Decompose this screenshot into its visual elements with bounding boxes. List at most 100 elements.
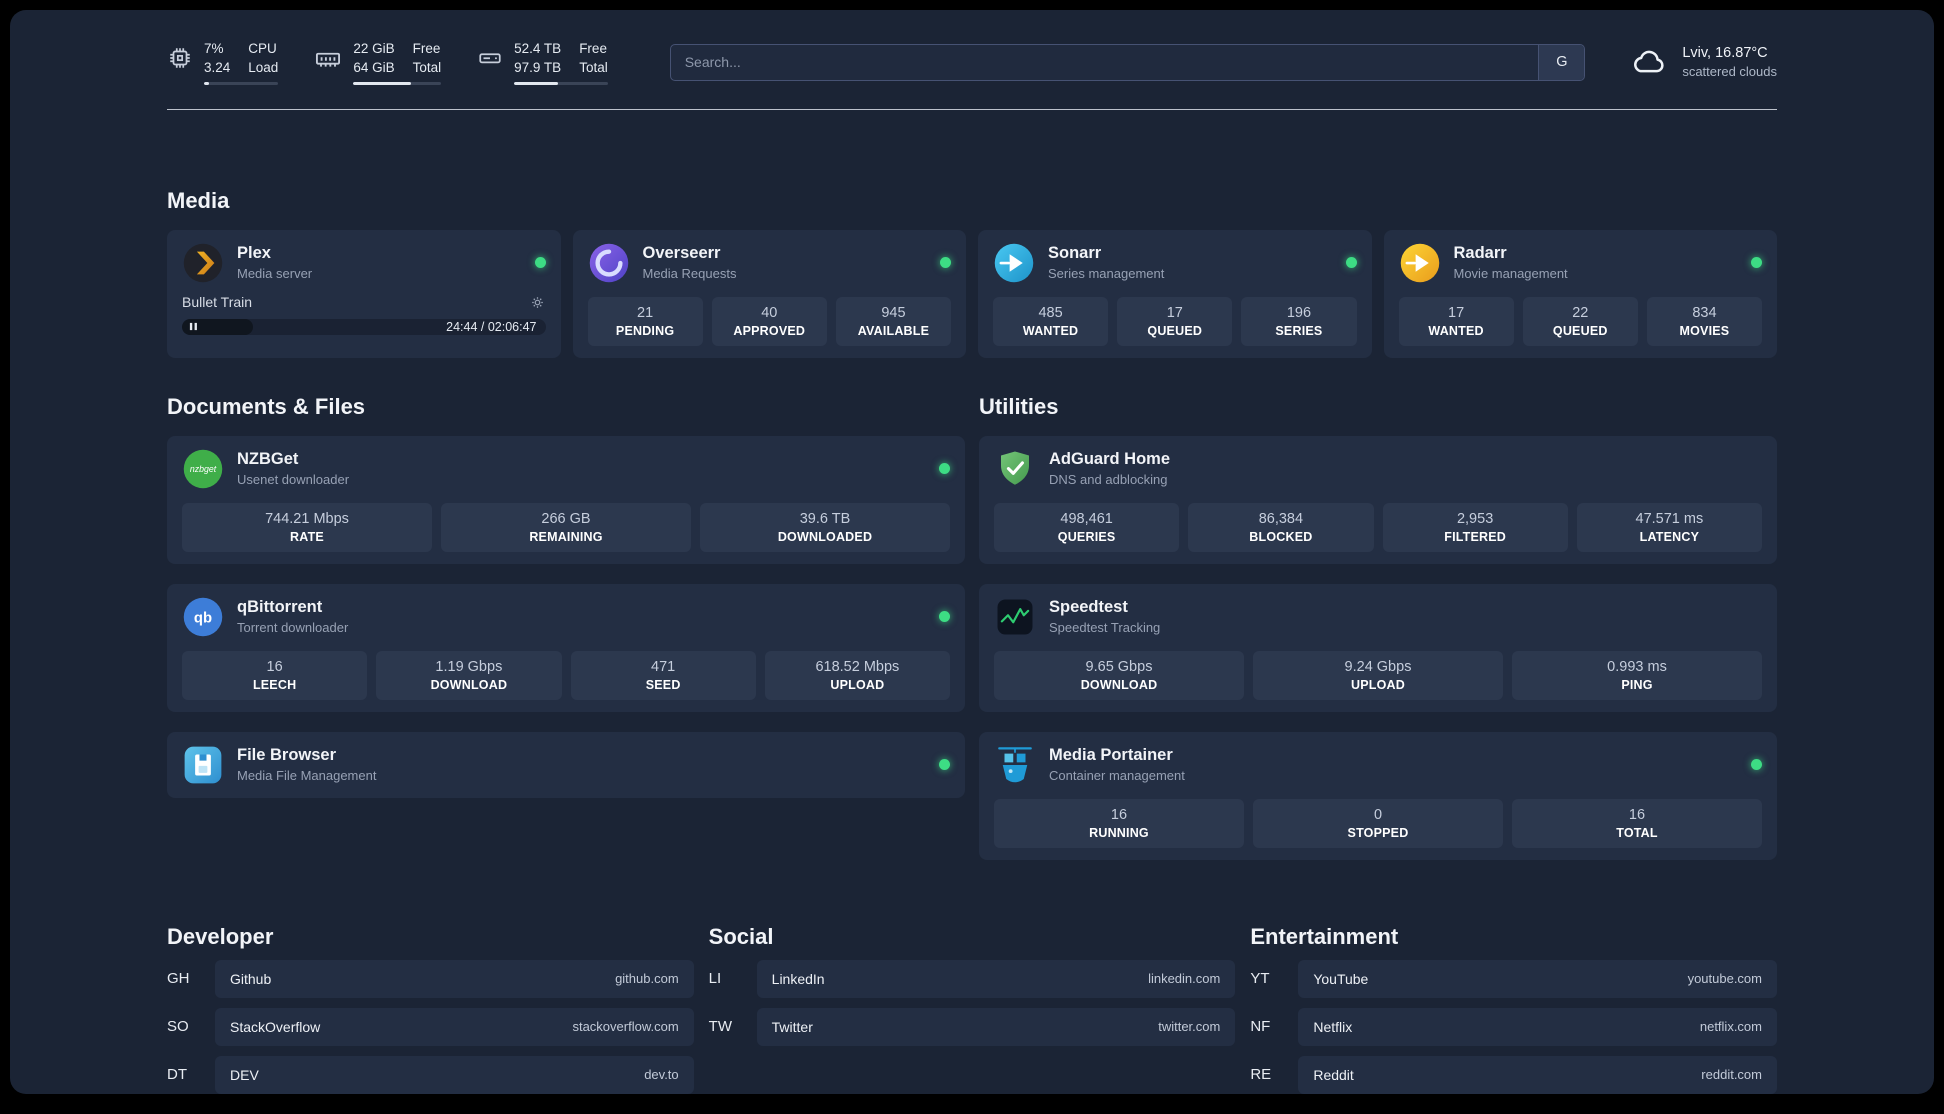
app-subtitle: Movie management — [1453, 266, 1568, 282]
stat-download: 9.65 Gbps DOWNLOAD — [994, 650, 1244, 700]
app-subtitle: DNS and adblocking — [1049, 472, 1168, 488]
disk-total-label: Total — [579, 59, 608, 75]
app-title: NZBGet — [237, 450, 299, 469]
bookmark-abbr: YT — [1250, 970, 1270, 988]
svg-text:qb: qb — [194, 610, 212, 626]
filebrowser-icon — [182, 744, 224, 786]
bookmark-group-entertainment: Entertainment YT YouTube youtube.com NF … — [1250, 924, 1777, 1094]
section-documents: Documents & Files nzbget NZBGet Usenet d… — [167, 394, 965, 880]
cloud-icon — [1629, 42, 1669, 82]
app-title: qBittorrent — [237, 598, 323, 617]
app-card-radarr[interactable]: Radarr Movie management 17 WANTED 22 QUEUE… — [1383, 229, 1777, 358]
weather-widget[interactable]: Lviv, 16.87°C scattered clouds — [1629, 42, 1777, 82]
now-playing-title: Bullet Train — [182, 294, 253, 311]
cpu-usage-bar — [204, 81, 279, 85]
bookmark-group-social: Social LI LinkedIn linkedin.com TW Twitt… — [709, 924, 1236, 1094]
bookmark-abbr: RE — [1250, 1066, 1272, 1084]
app-title: Media Portainer — [1049, 746, 1173, 765]
app-title: Radarr — [1453, 244, 1507, 263]
gear-icon[interactable] — [529, 294, 546, 311]
section-media: Media Plex Media server Bullet Train 24:… — [167, 188, 1777, 358]
stat-remaining: 266 GB REMAINING — [441, 502, 691, 552]
bookmark-reddit[interactable]: Reddit reddit.com — [1298, 1055, 1777, 1094]
search-input[interactable] — [670, 44, 1539, 80]
bookmark-abbr: DT — [167, 1066, 187, 1084]
search-engine-button[interactable]: G — [1538, 44, 1585, 80]
app-card-filebrowser[interactable]: File Browser Media File Management — [167, 731, 965, 798]
playback-time: 24:44 / 02:06:47 — [446, 320, 537, 335]
cpu-load-label: Load — [248, 59, 279, 75]
adguard-icon — [994, 448, 1036, 490]
app-card-nzbget[interactable]: nzbget NZBGet Usenet downloader 744.21 M… — [167, 435, 965, 564]
bookmark-linkedin[interactable]: LinkedIn linkedin.com — [756, 959, 1236, 998]
app-card-speedtest[interactable]: Speedtest Speedtest Tracking 9.65 Gbps DO… — [979, 583, 1777, 712]
app-card-qbittorrent[interactable]: qb qBittorrent Torrent downloader 16 LEEC… — [167, 583, 965, 712]
speedtest-icon — [994, 596, 1036, 638]
app-card-plex[interactable]: Plex Media server Bullet Train 24:44 / 0… — [167, 229, 561, 358]
stat-available: 945 AVAILABLE — [835, 296, 952, 346]
ram-total-label: Total — [412, 59, 442, 75]
status-dot — [939, 611, 950, 623]
bookmark-dev[interactable]: DEV dev.to — [215, 1055, 694, 1094]
bookmark-github[interactable]: Github github.com — [215, 959, 694, 998]
ram-icon — [314, 45, 342, 73]
pause-icon[interactable] — [189, 322, 198, 331]
app-subtitle: Media File Management — [237, 768, 377, 784]
app-subtitle: Series management — [1048, 266, 1165, 282]
developer-section-title: Developer — [167, 923, 274, 949]
qbittorrent-icon: qb — [182, 596, 224, 638]
stat-wanted: 485 WANTED — [993, 296, 1109, 346]
stat-pending: 21 PENDING — [587, 296, 703, 346]
ram-metric: 22 GiB Free 64 GiB Total — [314, 40, 442, 85]
app-card-overseerr[interactable]: Overseerr Media Requests 21 PENDING 40 APP… — [572, 229, 966, 358]
app-title: AdGuard Home — [1049, 450, 1171, 469]
stat-upload: 618.52 Mbps UPLOAD — [764, 650, 950, 700]
svg-text:nzbget: nzbget — [190, 464, 217, 474]
bookmark-abbr: LI — [708, 970, 722, 988]
section-utilities: Utilities AdGuard Home DNS and adblockin… — [979, 394, 1777, 880]
stat-blocked: 86,384 BLOCKED — [1188, 502, 1374, 552]
playback-progress-bar[interactable]: 24:44 / 02:06:47 — [182, 318, 546, 335]
portainer-icon — [994, 744, 1036, 786]
disk-total: 97.9 TB — [514, 59, 562, 75]
entertainment-section-title: Entertainment — [1250, 923, 1399, 949]
status-dot — [1751, 257, 1762, 269]
bookmark-stackoverflow[interactable]: StackOverflow stackoverflow.com — [215, 1007, 694, 1046]
disk-free: 52.4 TB — [514, 41, 562, 56]
bookmark-twitter[interactable]: Twitter twitter.com — [756, 1007, 1236, 1046]
stat-running: 16 RUNNING — [994, 798, 1244, 848]
app-subtitle: Torrent downloader — [237, 620, 349, 636]
stat-stopped: 0 STOPPED — [1253, 798, 1503, 848]
ram-free: 22 GiB — [353, 41, 395, 56]
app-title: Speedtest — [1049, 598, 1128, 617]
cpu-load: 3.24 — [204, 59, 231, 75]
stat-series: 196 SERIES — [1241, 296, 1357, 346]
app-card-adguard[interactable]: AdGuard Home DNS and adblocking 498,461 Q… — [979, 435, 1777, 564]
cpu-percent: 7% — [204, 41, 224, 56]
stat-rate: 744.21 Mbps RATE — [182, 502, 432, 552]
status-dot — [1345, 257, 1357, 269]
plex-icon — [182, 242, 224, 284]
app-card-portainer[interactable]: Media Portainer Container management 16 R… — [979, 731, 1777, 860]
bookmark-abbr: NF — [1250, 1018, 1271, 1036]
app-card-sonarr[interactable]: Sonarr Series management 485 WANTED 17 QUE… — [978, 229, 1372, 358]
status-dot — [939, 463, 950, 475]
status-dot — [534, 257, 546, 269]
stat-wanted: 17 WANTED — [1398, 296, 1514, 346]
bookmark-youtube[interactable]: YouTube youtube.com — [1298, 959, 1777, 998]
cpu-label: CPU — [248, 41, 277, 56]
overseerr-icon — [588, 242, 630, 284]
stat-queued: 22 QUEUED — [1522, 296, 1638, 346]
stat-ping: 0.993 ms PING — [1512, 650, 1762, 700]
app-subtitle: Container management — [1049, 768, 1185, 784]
app-subtitle: Speedtest Tracking — [1049, 620, 1161, 636]
stat-downloaded: 39.6 TB DOWNLOADED — [700, 502, 950, 552]
top-bar: 7% CPU 3.24 Load 22 GiB Free 64 GiB Tota… — [167, 40, 1777, 85]
cpu-metric: 7% CPU 3.24 Load — [167, 40, 279, 85]
app-title: Sonarr — [1048, 244, 1102, 263]
disk-icon — [477, 45, 503, 71]
header-divider — [167, 108, 1777, 110]
bookmark-netflix[interactable]: Netflix netflix.com — [1298, 1007, 1777, 1046]
documents-section-title: Documents & Files — [167, 393, 366, 419]
ram-free-label: Free — [412, 41, 441, 56]
